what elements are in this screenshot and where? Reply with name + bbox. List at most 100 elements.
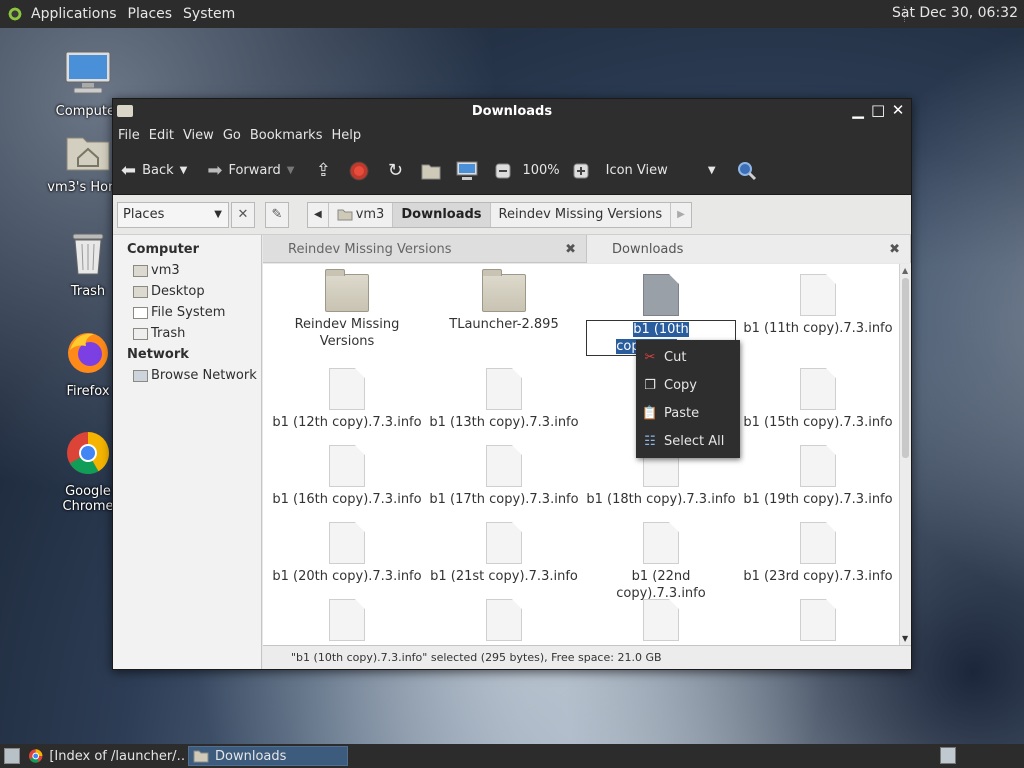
file-item[interactable]: b1 (11th copy).7.3.info bbox=[743, 274, 893, 337]
places-menu[interactable]: Places bbox=[128, 6, 173, 22]
folder-item[interactable]: TLauncher-2.895 bbox=[429, 269, 579, 333]
folder-icon bbox=[193, 750, 209, 763]
file-name-label: b1 (12th copy).7.3.info bbox=[272, 415, 422, 430]
forward-arrow-icon: ➡ bbox=[207, 160, 223, 181]
minimize-button[interactable]: ▁ bbox=[851, 102, 865, 118]
close-sidebar-button[interactable]: ✕ bbox=[231, 201, 255, 228]
zoom-in-icon[interactable] bbox=[570, 160, 592, 182]
breadcrumb-downloads[interactable]: Downloads bbox=[393, 202, 491, 227]
zoom-level: 100% bbox=[522, 163, 560, 178]
context-menu-cut[interactable]: ✂ Cut bbox=[636, 343, 740, 371]
menu-go[interactable]: Go bbox=[223, 128, 241, 143]
close-icon[interactable]: ✖ bbox=[889, 242, 900, 257]
view-mode-select[interactable]: Icon View ▼ bbox=[606, 163, 716, 178]
file-item[interactable]: b1 (21st copy).7.3.info bbox=[429, 522, 579, 585]
file-item[interactable] bbox=[743, 599, 893, 645]
sidebar-item-vm3[interactable]: vm3 bbox=[113, 260, 261, 281]
tab-downloads[interactable]: Downloads ✖ bbox=[587, 235, 911, 263]
zoom-out-icon[interactable] bbox=[492, 160, 514, 182]
applications-menu[interactable]: Applications bbox=[31, 6, 117, 22]
vertical-scrollbar[interactable]: ▲ ▼ bbox=[899, 264, 911, 645]
reload-icon[interactable]: ↻ bbox=[384, 160, 406, 182]
file-item[interactable]: b1 (17th copy).7.3.info bbox=[429, 445, 579, 508]
show-desktop-icon[interactable] bbox=[4, 748, 20, 764]
sidebar-item-filesystem[interactable]: File System bbox=[113, 302, 261, 323]
menu-bookmarks[interactable]: Bookmarks bbox=[250, 128, 323, 143]
file-item[interactable]: b1 (23rd copy).7.3.info bbox=[743, 522, 893, 585]
file-item[interactable]: b1 (15th copy).7.3.info bbox=[743, 368, 893, 431]
scroll-up-icon[interactable]: ▲ bbox=[902, 266, 908, 275]
chevron-down-icon: ▼ bbox=[707, 165, 716, 176]
computer-icon[interactable] bbox=[456, 160, 478, 182]
back-history-dropdown-icon[interactable]: ▼ bbox=[180, 165, 188, 176]
file-name-label: b1 (21st copy).7.3.info bbox=[430, 569, 578, 584]
file-name-label: b1 (20th copy).7.3.info bbox=[272, 569, 422, 584]
context-menu-select-all[interactable]: ☷ Select All bbox=[636, 427, 740, 455]
toggle-location-entry-button[interactable]: ✎ bbox=[265, 201, 289, 228]
menu-help[interactable]: Help bbox=[331, 128, 361, 143]
file-item[interactable] bbox=[272, 599, 422, 645]
file-item[interactable]: b1 (13th copy).7.3.info bbox=[429, 368, 579, 431]
menubar: File Edit View Go Bookmarks Help bbox=[113, 123, 911, 147]
document-icon bbox=[643, 599, 679, 641]
menu-view[interactable]: View bbox=[183, 128, 214, 143]
trash-icon bbox=[133, 327, 148, 340]
taskbar-item-chrome[interactable]: [Index of /launcher/… bbox=[24, 746, 184, 766]
stop-icon[interactable] bbox=[348, 160, 370, 182]
file-item[interactable]: b1 (12th copy).7.3.info bbox=[272, 368, 422, 431]
window-title: Downloads bbox=[471, 103, 553, 119]
view-mode-label: Icon View bbox=[605, 163, 668, 178]
file-name-label: b1 (16th copy).7.3.info bbox=[272, 492, 422, 507]
scrollbar-thumb[interactable] bbox=[902, 278, 909, 458]
up-arrow-icon[interactable]: ⇪ bbox=[312, 160, 334, 182]
breadcrumb-scroll-left[interactable]: ◀ bbox=[308, 202, 329, 227]
sidebar-item-desktop[interactable]: Desktop bbox=[113, 281, 261, 302]
context-menu-paste[interactable]: 📋 Paste bbox=[636, 399, 740, 427]
search-icon[interactable] bbox=[736, 160, 758, 182]
sidebar-item-trash[interactable]: Trash bbox=[113, 323, 261, 344]
breadcrumb-reindev[interactable]: Reindev Missing Versions bbox=[491, 202, 672, 227]
document-icon bbox=[800, 599, 836, 641]
menu-edit[interactable]: Edit bbox=[149, 128, 174, 143]
close-icon: ✕ bbox=[237, 207, 249, 222]
location-bar: Places ▼ ✕ ✎ ◀ vm3 Downloads Reindev Mis… bbox=[113, 195, 911, 235]
clock[interactable]: Sat Dec 30, 06:32 bbox=[892, 5, 1018, 21]
tab-bar: Reindev Missing Versions ✖ Downloads ✖ bbox=[263, 235, 911, 263]
tab-reindev[interactable]: Reindev Missing Versions ✖ bbox=[263, 235, 587, 263]
file-item[interactable]: b1 (20th copy).7.3.info bbox=[272, 522, 422, 585]
desktop-folder-icon bbox=[133, 285, 148, 298]
sidebar-item-label: vm3 bbox=[151, 263, 180, 278]
back-button[interactable]: ⬅ Back ▼ bbox=[121, 160, 187, 181]
document-icon bbox=[486, 368, 522, 410]
close-button[interactable]: ✕ bbox=[891, 102, 905, 118]
sidebar-pane-select[interactable]: Places ▼ bbox=[117, 201, 229, 228]
breadcrumb-vm3[interactable]: vm3 bbox=[329, 202, 394, 227]
maximize-button[interactable]: □ bbox=[871, 102, 885, 118]
close-icon[interactable]: ✖ bbox=[565, 242, 576, 257]
sidebar-item-label: Trash bbox=[151, 326, 186, 341]
menu-file[interactable]: File bbox=[118, 128, 140, 143]
system-menu[interactable]: System bbox=[183, 6, 235, 22]
file-item[interactable] bbox=[429, 599, 579, 645]
workspace-switcher[interactable] bbox=[940, 747, 956, 764]
distro-logo-icon[interactable] bbox=[7, 6, 23, 22]
file-item[interactable]: b1 (19th copy).7.3.info bbox=[743, 445, 893, 508]
scroll-down-icon[interactable]: ▼ bbox=[902, 634, 908, 643]
context-menu-label: Paste bbox=[664, 405, 700, 421]
sidebar-item-label: File System bbox=[151, 305, 226, 320]
file-item[interactable]: b1 (16th copy).7.3.info bbox=[272, 445, 422, 508]
file-icon-grid[interactable]: Reindev Missing Versions TLauncher-2.895 b… bbox=[263, 264, 899, 645]
network-icon bbox=[133, 369, 148, 382]
file-item[interactable] bbox=[586, 599, 736, 645]
sidebar-item-browse-network[interactable]: Browse Network bbox=[113, 365, 261, 386]
forward-history-dropdown-icon[interactable]: ▼ bbox=[287, 165, 295, 176]
forward-button[interactable]: ➡ Forward ▼ bbox=[207, 160, 294, 181]
document-icon bbox=[329, 368, 365, 410]
window-titlebar[interactable]: Downloads ▁ □ ✕ bbox=[113, 99, 911, 123]
context-menu-copy[interactable]: ❐ Copy bbox=[636, 371, 740, 399]
folder-item[interactable]: Reindev Missing Versions bbox=[272, 269, 422, 350]
taskbar-item-downloads[interactable]: Downloads bbox=[188, 746, 348, 766]
breadcrumb-scroll-right[interactable]: ▶ bbox=[671, 203, 691, 227]
home-icon[interactable] bbox=[420, 160, 442, 182]
file-item[interactable]: b1 (22nd copy).7.3.info bbox=[586, 522, 736, 602]
